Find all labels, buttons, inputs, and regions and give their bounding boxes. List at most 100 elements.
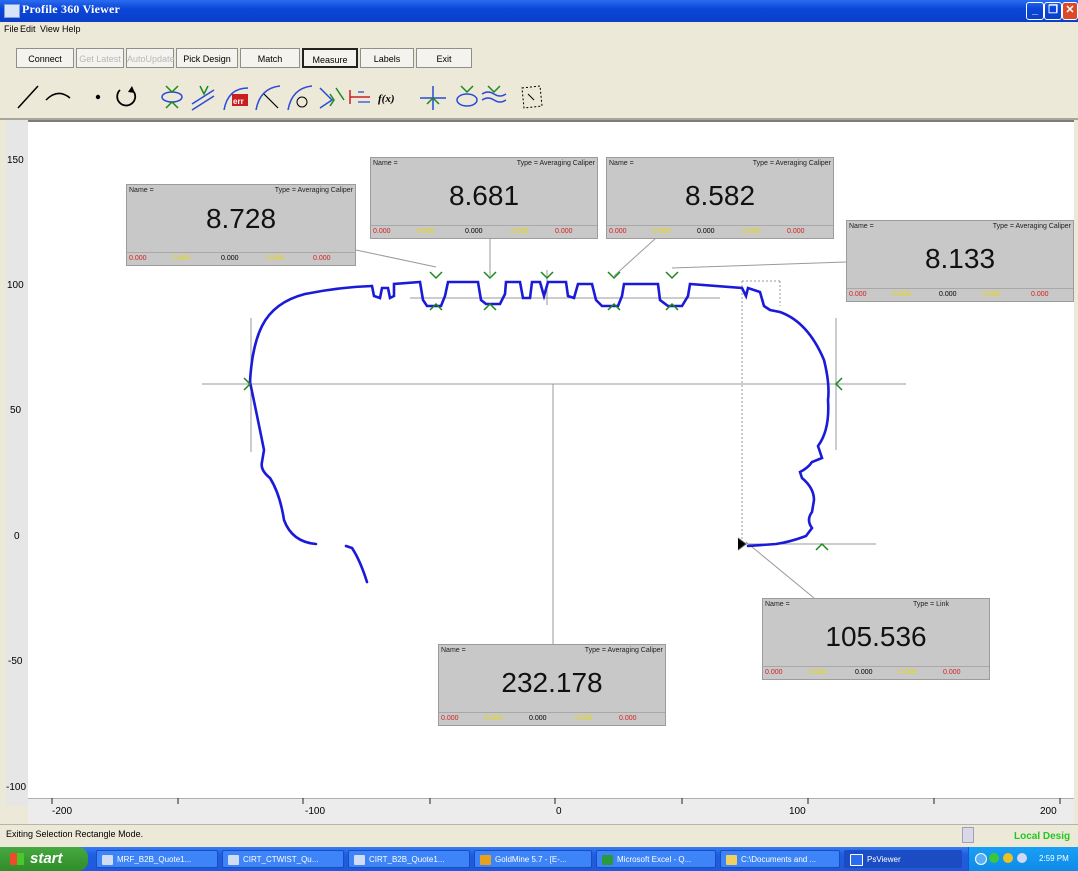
y-tick: 100 bbox=[7, 280, 24, 291]
measurement-type: Type = Averaging Caliper bbox=[584, 647, 663, 654]
measurement-box[interactable]: Name = Type = Averaging Caliper 8.681 0.0… bbox=[370, 157, 598, 239]
arc-icon[interactable] bbox=[45, 92, 71, 101]
wave-icon[interactable] bbox=[481, 85, 507, 103]
x-tick: 200 bbox=[1040, 806, 1057, 817]
footer-value: 0.000 bbox=[465, 228, 483, 235]
start-button[interactable]: start bbox=[0, 847, 88, 871]
menu-bar: File Edit View Help bbox=[0, 22, 1078, 36]
error-icon[interactable]: err bbox=[223, 87, 249, 111]
footer-value: 0.000 bbox=[485, 715, 503, 722]
footer-value: 0.000 bbox=[809, 669, 827, 676]
parallel-icon[interactable] bbox=[191, 85, 215, 111]
point-icon[interactable] bbox=[95, 94, 101, 100]
measurement-box[interactable]: Name = Type = Averaging Caliper 8.582 0.0… bbox=[606, 157, 834, 239]
footer-value: 0.000 bbox=[787, 228, 805, 235]
pgm-radius-icon[interactable] bbox=[287, 85, 313, 111]
measurement-value: 105.536 bbox=[825, 621, 927, 652]
y-tick: -100 bbox=[6, 782, 27, 793]
footer-value: 0.000 bbox=[743, 228, 761, 235]
footer-value: 0.000 bbox=[221, 255, 239, 262]
footer-value: 0.000 bbox=[529, 715, 547, 722]
measurement-box[interactable]: Name = Type = Averaging Caliper 8.133 0.0… bbox=[846, 220, 1074, 302]
maximize-button[interactable]: ❐ bbox=[1044, 2, 1062, 20]
measurement-value: 8.728 bbox=[205, 203, 277, 234]
status-message: Exiting Selection Rectangle Mode. bbox=[6, 829, 144, 839]
measurement-value: 8.133 bbox=[924, 243, 996, 274]
caliper-icon[interactable] bbox=[161, 85, 183, 109]
footer-value: 0.000 bbox=[267, 255, 285, 262]
select-rect-icon[interactable] bbox=[521, 85, 543, 109]
start-label: start bbox=[30, 850, 63, 867]
measurement-type: Type = Averaging Caliper bbox=[516, 160, 595, 167]
footer-value: 0.000 bbox=[555, 228, 573, 235]
menu-file[interactable]: File bbox=[4, 24, 19, 34]
line-icon[interactable] bbox=[17, 85, 39, 109]
function-icon[interactable]: f(x) bbox=[378, 93, 395, 105]
measurement-name: Name = bbox=[765, 601, 790, 608]
radius-icon[interactable] bbox=[255, 85, 281, 111]
footer-value: 0.000 bbox=[765, 669, 783, 676]
status-indicator-icon bbox=[962, 827, 974, 843]
footer-value: 0.000 bbox=[1031, 291, 1049, 298]
auto-update-button[interactable]: AutoUpdate bbox=[126, 48, 175, 68]
folder-icon bbox=[726, 854, 737, 865]
footer-value: 0.000 bbox=[575, 715, 593, 722]
app-icon bbox=[4, 4, 20, 18]
footer-value: 0.000 bbox=[849, 291, 867, 298]
taskbar-item[interactable]: C:\Documents and ... bbox=[720, 850, 840, 868]
taskbar-item[interactable]: GoldMine 5.7 - [E-... bbox=[474, 850, 592, 868]
measurement-box[interactable]: Name = Type = Link 105.536 0.000 0.000 0.00… bbox=[762, 598, 990, 680]
measurement-name: Name = bbox=[441, 647, 466, 654]
measurement-type: Type = Averaging Caliper bbox=[274, 187, 353, 194]
labels-button[interactable]: Labels bbox=[360, 48, 414, 68]
close-button[interactable]: ✕ bbox=[1062, 2, 1078, 20]
taskbar-item[interactable]: Microsoft Excel - Q... bbox=[596, 850, 716, 868]
network-icon[interactable] bbox=[975, 853, 987, 865]
menu-help[interactable]: Help bbox=[62, 24, 81, 34]
footer-value: 0.000 bbox=[417, 228, 435, 235]
taskbar-item-active[interactable]: PsViewer bbox=[844, 850, 962, 868]
window-title: Profile 360 Viewer bbox=[22, 2, 121, 16]
measure-button[interactable]: Measure bbox=[302, 48, 358, 68]
measurement-name: Name = bbox=[609, 160, 634, 167]
pick-design-button[interactable]: Pick Design bbox=[176, 48, 238, 68]
measurement-value: 232.178 bbox=[501, 667, 603, 698]
cross-icon[interactable] bbox=[420, 86, 446, 110]
exit-button[interactable]: Exit bbox=[416, 48, 472, 68]
menu-view[interactable]: View bbox=[40, 24, 59, 34]
security-icon[interactable] bbox=[989, 853, 999, 863]
measurement-type: Type = Averaging Caliper bbox=[752, 160, 831, 167]
status-location: Local Desig bbox=[1014, 831, 1071, 842]
link-icon[interactable] bbox=[349, 90, 370, 104]
taskbar-item[interactable]: MRF_B2B_Quote1... bbox=[96, 850, 218, 868]
measurement-box[interactable]: Name = Type = Averaging Caliper 8.728 0.0… bbox=[126, 184, 356, 266]
footer-value: 0.000 bbox=[943, 669, 961, 676]
menu-edit[interactable]: Edit bbox=[20, 24, 36, 34]
volume-icon[interactable] bbox=[1017, 853, 1027, 863]
footer-value: 0.000 bbox=[697, 228, 715, 235]
title-bar: Profile 360 Viewer _ ❐ ✕ bbox=[0, 0, 1078, 22]
taskbar-item[interactable]: CIRT_B2B_Quote1... bbox=[348, 850, 470, 868]
get-latest-button[interactable]: Get Latest bbox=[76, 48, 124, 68]
taskbar: start MRF_B2B_Quote1... CIRT_CTWIST_Qu..… bbox=[0, 847, 1078, 871]
connect-button[interactable]: Connect bbox=[16, 48, 74, 68]
clock: 2:59 PM bbox=[1039, 854, 1069, 863]
measurement-box[interactable]: Name = Type = Averaging Caliper 232.178 0… bbox=[438, 644, 666, 726]
notification-icon[interactable] bbox=[1003, 853, 1013, 863]
footer-value: 0.000 bbox=[313, 255, 331, 262]
footer-value: 0.000 bbox=[129, 255, 147, 262]
minimize-button[interactable]: _ bbox=[1026, 2, 1044, 20]
rotate-icon[interactable] bbox=[116, 86, 137, 107]
y-tick: 50 bbox=[10, 405, 22, 416]
center-icon[interactable] bbox=[456, 85, 478, 107]
y-tick: 150 bbox=[7, 155, 24, 166]
goldmine-icon bbox=[480, 854, 491, 865]
footer-value: 0.000 bbox=[939, 291, 957, 298]
app-window-icon bbox=[228, 854, 239, 865]
taskbar-item[interactable]: CIRT_CTWIST_Qu... bbox=[222, 850, 344, 868]
x-tick: -200 bbox=[52, 806, 73, 817]
match-button[interactable]: Match bbox=[240, 48, 300, 68]
y-axis-ruler bbox=[6, 120, 28, 806]
angle-icon[interactable] bbox=[319, 87, 345, 109]
tool-icons: err f(x) bbox=[17, 85, 543, 111]
